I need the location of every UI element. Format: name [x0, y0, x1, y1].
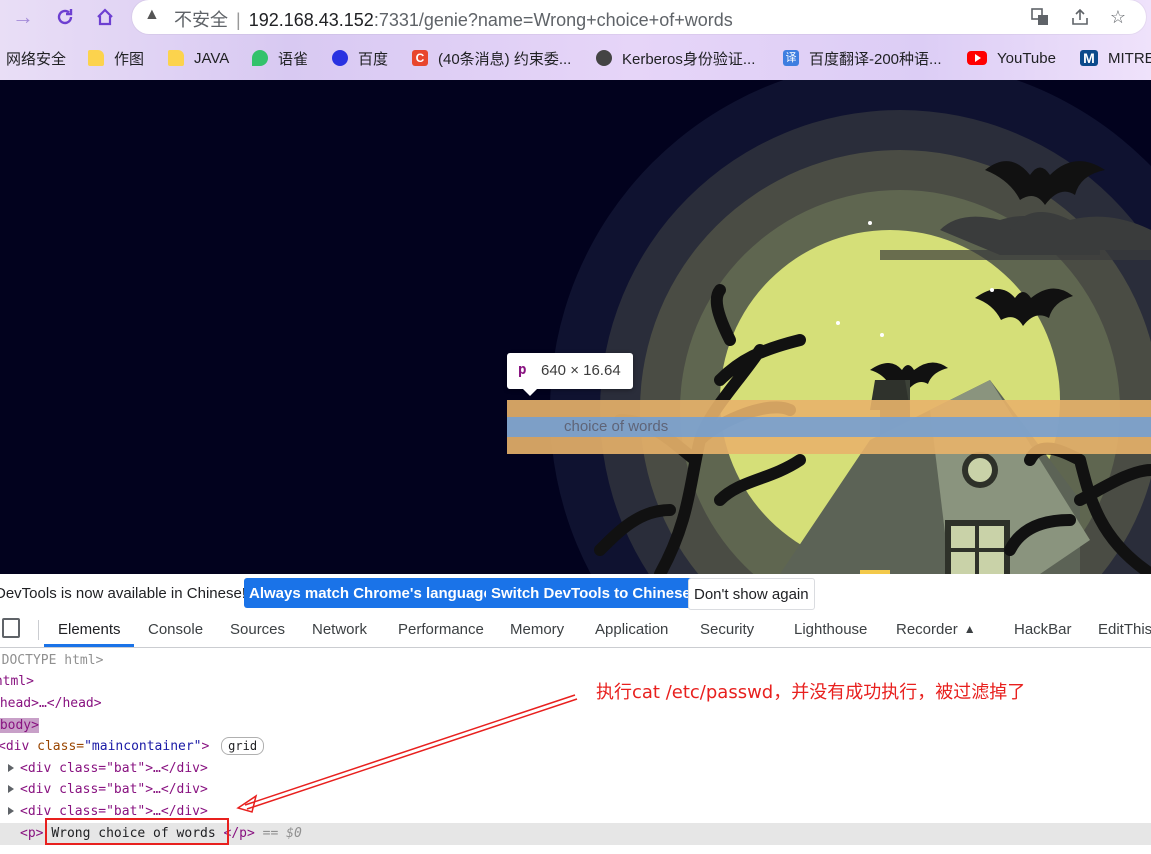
devtools-language-infobar: DevTools is now available in Chinese! Al…: [0, 574, 1151, 613]
annotation-highlight-box: [45, 818, 229, 845]
halloween-moon-illustration: [550, 80, 1151, 574]
inspect-tooltip: p 640 × 16.64: [507, 353, 633, 396]
language-message: DevTools is now available in Chinese!: [0, 585, 246, 602]
tab-console[interactable]: Console: [148, 612, 203, 646]
address-bar[interactable]: ▲ 不安全 | 192.168.43.152:7331/genie?name=Wro…: [132, 0, 1146, 34]
active-tab-indicator: [44, 644, 134, 647]
dom-div-bracket: >: [201, 739, 210, 754]
warning-icon: ▲: [144, 6, 160, 23]
switch-to-chinese-button[interactable]: Switch DevTools to Chinese: [486, 578, 696, 608]
grid-badge[interactable]: grid: [221, 737, 265, 755]
dom-bat-div[interactable]: <div class="bat">…</div>: [8, 780, 208, 800]
bookmark-label: 网络安全: [6, 50, 67, 68]
tab-hackbar[interactable]: HackBar: [1014, 612, 1072, 646]
dom-p-open: <p>: [20, 826, 44, 841]
security-label: 不安全: [174, 10, 228, 30]
github-icon: [596, 50, 612, 66]
url-text: 不安全 | 192.168.43.152:7331/genie?name=Wrong…: [174, 10, 733, 30]
bookmark-label: YouTube: [997, 49, 1056, 67]
dom-attr-name: class=: [37, 739, 85, 754]
folder-icon: [88, 50, 104, 66]
page-paragraph-text: choice of words: [564, 418, 669, 435]
expand-triangle-icon[interactable]: [8, 764, 14, 772]
expand-triangle-icon[interactable]: [8, 807, 14, 815]
dom-bat-text: <div class="bat">…</div>: [20, 761, 208, 776]
bookmark-label: 语雀: [278, 50, 309, 68]
tab-lighthouse[interactable]: Lighthouse: [794, 612, 867, 646]
bookmark-label: MITRE: [1108, 49, 1151, 67]
home-icon[interactable]: [90, 2, 120, 32]
match-language-button[interactable]: Always match Chrome's language: [244, 578, 497, 608]
bookmark-item[interactable]: M MITRE: [1080, 44, 1151, 72]
translate-icon: 译: [783, 50, 799, 66]
page-viewport: choice of words p 640 × 16.64: [0, 80, 1151, 574]
tab-performance[interactable]: Performance: [398, 612, 484, 646]
dom-bat-text: <div class="bat">…</div>: [20, 782, 208, 797]
tab-security[interactable]: Security: [700, 612, 754, 646]
dom-head[interactable]: <head>…</head>: [0, 694, 102, 714]
bookmark-label: (40条消息) 约束委...: [438, 50, 572, 68]
bookmark-label: Kerberos身份验证...: [622, 50, 756, 68]
reload-icon[interactable]: [50, 2, 80, 32]
baidu-icon: [332, 50, 348, 66]
tab-network[interactable]: Network: [312, 612, 367, 646]
tab-memory[interactable]: Memory: [510, 612, 564, 646]
dom-doctype[interactable]: <!DOCTYPE html>: [0, 651, 103, 671]
browser-chrome: → ▲ 不安全 | 192.168.43.152:7331/genie?name=W…: [0, 0, 1151, 80]
tooltip-tag: p: [518, 362, 527, 378]
bookmark-item[interactable]: 语雀: [252, 44, 308, 72]
dom-maincontainer[interactable]: <div class="maincontainer"> grid: [0, 737, 265, 757]
csdn-icon: C: [412, 50, 428, 66]
share-icon[interactable]: [1068, 5, 1092, 29]
expand-triangle-icon[interactable]: [8, 785, 14, 793]
bookmark-item[interactable]: 译 百度翻译-200种语...: [783, 44, 942, 72]
dom-html[interactable]: <html>: [0, 672, 34, 692]
divider: [38, 620, 39, 640]
tooltip-size: 640 × 16.64: [541, 362, 621, 379]
dom-body-tag: <body>: [0, 718, 39, 733]
folder-icon: [168, 50, 184, 66]
device-toolbar-icon[interactable]: [2, 618, 20, 638]
bookmark-label: 作图: [114, 50, 145, 68]
dom-selected-marker: == $0: [262, 826, 302, 841]
bookmark-star-icon[interactable]: ☆: [1106, 5, 1130, 29]
bookmark-item[interactable]: JAVA: [168, 44, 229, 72]
mitre-icon: M: [1080, 50, 1098, 66]
bookmark-item[interactable]: 作图: [88, 44, 144, 72]
yuque-icon: [252, 50, 268, 66]
bookmark-item[interactable]: 网络安全: [6, 44, 66, 72]
dont-show-again-button[interactable]: Don't show again: [688, 578, 815, 610]
tab-recorder-label: Recorder: [896, 620, 958, 638]
forward-icon[interactable]: →: [8, 2, 38, 32]
tab-sources[interactable]: Sources: [230, 612, 285, 646]
tab-recorder[interactable]: Recorder ▲: [896, 612, 976, 646]
bookmark-label: 百度翻译-200种语...: [809, 50, 942, 68]
url-path: :7331/genie?name=Wrong+choice+of+words: [373, 10, 733, 30]
bookmarks-bar: 网络安全 作图 JAVA 语雀 百度 C (40条消息) 约束委... Kerb…: [0, 44, 1151, 72]
annotation-text: 执行cat /etc/passwd，并没有成功执行，被过滤掉了: [596, 682, 1026, 703]
bookmark-item[interactable]: 百度: [332, 44, 388, 72]
bookmark-item[interactable]: Kerberos身份验证...: [596, 44, 755, 72]
tab-application[interactable]: Application: [595, 612, 668, 646]
dom-body[interactable]: <body>: [0, 716, 39, 736]
bookmark-label: JAVA: [194, 49, 230, 67]
dom-bat-div[interactable]: <div class="bat">…</div>: [8, 759, 208, 779]
bookmark-item[interactable]: C (40条消息) 约束委...: [412, 44, 571, 72]
tab-editthiscookie[interactable]: EditThisC: [1098, 612, 1151, 646]
dom-attr-value: "maincontainer": [84, 739, 202, 754]
dom-bat-text: <div class="bat">…</div>: [20, 804, 208, 819]
flask-icon: ▲: [963, 622, 976, 636]
dom-div-open: <div: [0, 739, 30, 754]
tab-elements[interactable]: Elements: [58, 612, 121, 646]
translate-page-icon[interactable]: [1028, 5, 1052, 29]
youtube-icon: [967, 51, 987, 65]
bookmark-item[interactable]: YouTube: [967, 44, 1056, 72]
url-host: 192.168.43.152: [248, 10, 374, 30]
bookmark-label: 百度: [358, 50, 389, 68]
